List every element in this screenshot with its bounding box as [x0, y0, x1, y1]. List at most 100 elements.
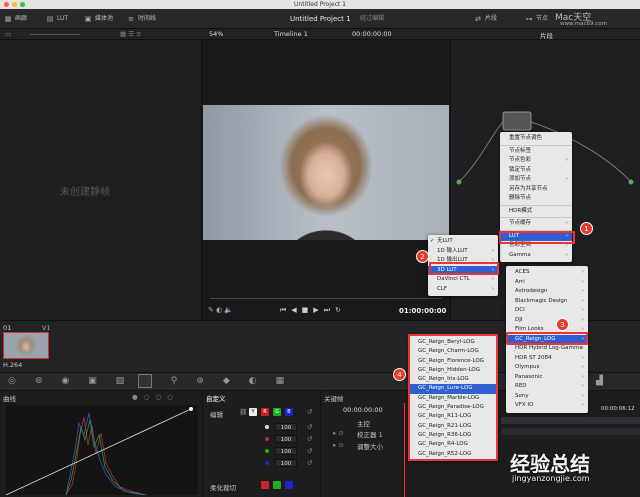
soft-clip-b[interactable]	[285, 481, 293, 489]
transport-controls[interactable]: ⏮◀■▶⏭↻	[280, 306, 346, 315]
resize-toggle[interactable]: ▸ ⊙	[333, 441, 344, 449]
reset-r-icon[interactable]: ↺	[307, 435, 312, 443]
submenu-arrow-icon: ›	[581, 364, 584, 370]
scrubber-bar[interactable]	[210, 298, 442, 299]
minimize-window-button[interactable]	[12, 2, 17, 7]
menu-item-gamma[interactable]: Gamma ›	[500, 251, 572, 261]
menu-item-no-lut[interactable]: ✓ 无LUT	[428, 237, 498, 247]
menu-item-node-cache[interactable]: 节点缓存 ›	[500, 219, 572, 229]
menu-item-node-color[interactable]: 节点色彩 ›	[500, 156, 572, 166]
lut-tab[interactable]: ▤ LUT	[46, 13, 68, 25]
menu-item-delete-node[interactable]: 删除节点	[500, 194, 572, 204]
close-window-button[interactable]	[4, 2, 9, 7]
gallery-zoom-slider[interactable]	[30, 34, 80, 35]
lut3d-item[interactable]: DCI ›	[506, 306, 588, 316]
lut3d-item[interactable]: Olympus ›	[506, 363, 588, 373]
lut3d-item[interactable]: Astrodesign ›	[506, 287, 588, 297]
menu-label: DJI	[515, 316, 523, 323]
curve-graph[interactable]	[6, 405, 198, 495]
nodes-label: 节点	[536, 15, 549, 22]
menu-item-node-label[interactable]: 节点标签	[500, 147, 572, 157]
menu-label: Panasonic	[515, 373, 543, 380]
lut3d-item[interactable]: HDR Hybrid Log-Gamma ›	[506, 344, 588, 354]
viewer-toolbar: ▭ ▦ ☰ ≡ 54% Timeline 1 00:00:00:00 片段	[0, 29, 640, 40]
submenu-arrow-icon: ›	[491, 276, 494, 282]
y-value[interactable]: 100	[275, 423, 297, 431]
menu-item-davinci-ctl[interactable]: DaVinci CTL ›	[428, 275, 498, 285]
g-value[interactable]: 100	[275, 447, 297, 455]
r-value[interactable]: 100	[275, 435, 297, 443]
curve-mode-dots[interactable]: ● ○ ○ ○	[132, 393, 175, 401]
b-channel-toggle[interactable]: B	[285, 408, 293, 416]
keyframes-title: 关键帧	[324, 395, 344, 403]
mode-selector[interactable]: 自定义	[206, 393, 226, 403]
submenu-arrow-icon: ›	[581, 354, 584, 361]
menu-label: 另存为共享节点	[509, 185, 548, 192]
playhead[interactable]	[404, 403, 405, 497]
menu-item-clf[interactable]: CLF ›	[428, 285, 498, 295]
step-badge-3: 3	[556, 318, 569, 331]
menu-label: Astrodesign	[515, 288, 548, 294]
menu-label: DaVinci CTL	[437, 276, 470, 282]
r-channel-toggle[interactable]: R	[261, 408, 269, 416]
reset-b-icon[interactable]: ↺	[307, 459, 312, 467]
lut3d-item[interactable]: Sony ›	[506, 392, 588, 402]
media-pool-icon: ▣	[84, 15, 92, 23]
grid-view-icon[interactable]: ▦ ☰ ≡	[120, 30, 142, 38]
corrector-toggle[interactable]: ▸ ⊙	[333, 429, 344, 437]
link-icon[interactable]: ⛓	[239, 408, 247, 416]
gallery-tab[interactable]: ▦ 画廊	[4, 13, 27, 25]
lut3d-item[interactable]: RED ›	[506, 382, 588, 392]
reset-icon[interactable]: ↺	[307, 408, 312, 416]
scope-icon[interactable]: ▟	[596, 376, 603, 386]
menu-item-add-node[interactable]: 添加节点 ›	[500, 175, 572, 185]
palette-icons[interactable]: ◎⊚◉▣▨▧⚲⊛◆◐▦	[8, 376, 303, 386]
curves-palette-button[interactable]	[138, 374, 152, 388]
clip-mode-selector[interactable]: 片段	[540, 30, 553, 40]
soft-clip-title: 柔化裁切	[210, 484, 236, 492]
viewer-tools[interactable]: ✎ ◐ 🔈	[208, 306, 233, 314]
submenu-arrow-icon: ›	[565, 157, 568, 163]
submenu-arrow-icon: ›	[581, 278, 584, 285]
lut3d-item[interactable]: Blackmagic Design ›	[506, 297, 588, 307]
gallery-label: 画廊	[15, 15, 28, 22]
viewer-timecode: 00:00:00:00	[352, 30, 392, 38]
menu-label: RED	[515, 383, 527, 389]
keyframe-track-bar-2	[501, 428, 640, 435]
reset-g-icon[interactable]: ↺	[307, 447, 312, 455]
viewer-image	[203, 105, 449, 240]
reset-y-icon[interactable]: ↺	[307, 423, 312, 431]
zoom-window-button[interactable]	[20, 2, 25, 7]
timeline-selector[interactable]: Timeline 1	[274, 30, 308, 38]
lut3d-item[interactable]: VFX IO ›	[506, 401, 588, 411]
submenu-arrow-icon: ›	[581, 269, 584, 275]
keyframe-track-bar	[501, 417, 640, 424]
lut3d-item[interactable]: Arri ›	[506, 278, 588, 288]
soft-clip-r[interactable]	[261, 481, 269, 489]
menu-item-lock-node[interactable]: 锁定节点	[500, 166, 572, 176]
gallery-view-icon[interactable]: ▭	[5, 30, 11, 38]
timeline-tab[interactable]: ≡ 时间线	[127, 13, 156, 25]
y-channel-toggle[interactable]: Y	[249, 408, 257, 416]
menu-label: 删除节点	[509, 195, 532, 201]
lut3d-item[interactable]: Panasonic ›	[506, 373, 588, 383]
b-value[interactable]: 100	[275, 459, 297, 467]
menu-item-reset-grade[interactable]: 重置节点调色	[500, 134, 572, 144]
soft-clip-g[interactable]	[273, 481, 281, 489]
lut3d-item[interactable]: ACES ›	[506, 268, 588, 278]
y-dot	[265, 425, 269, 429]
lut3d-item[interactable]: DJI ›	[506, 316, 588, 326]
media-pool-tab[interactable]: ▣ 媒体池	[84, 13, 113, 25]
transport-timecode: 01:00:00:00	[399, 307, 447, 315]
clip-thumbnail[interactable]	[3, 332, 49, 359]
nodes-button[interactable]: ⊶ 节点	[525, 13, 549, 25]
lut3d-item[interactable]: HDR ST 2084 ›	[506, 354, 588, 364]
clips-button[interactable]: ⇄ 片段	[474, 13, 497, 25]
g-channel-toggle[interactable]: G	[273, 408, 281, 416]
menu-item-1d-input[interactable]: 1D 输入LUT ›	[428, 247, 498, 257]
submenu-arrow-icon: ›	[581, 288, 584, 294]
menu-item-save-shared[interactable]: 另存为共享节点	[500, 185, 572, 195]
nodes-icon: ⊶	[525, 15, 533, 23]
menu-item-hdr-mode[interactable]: HDR模式	[500, 207, 572, 217]
viewer-zoom[interactable]: 54%	[209, 30, 223, 38]
